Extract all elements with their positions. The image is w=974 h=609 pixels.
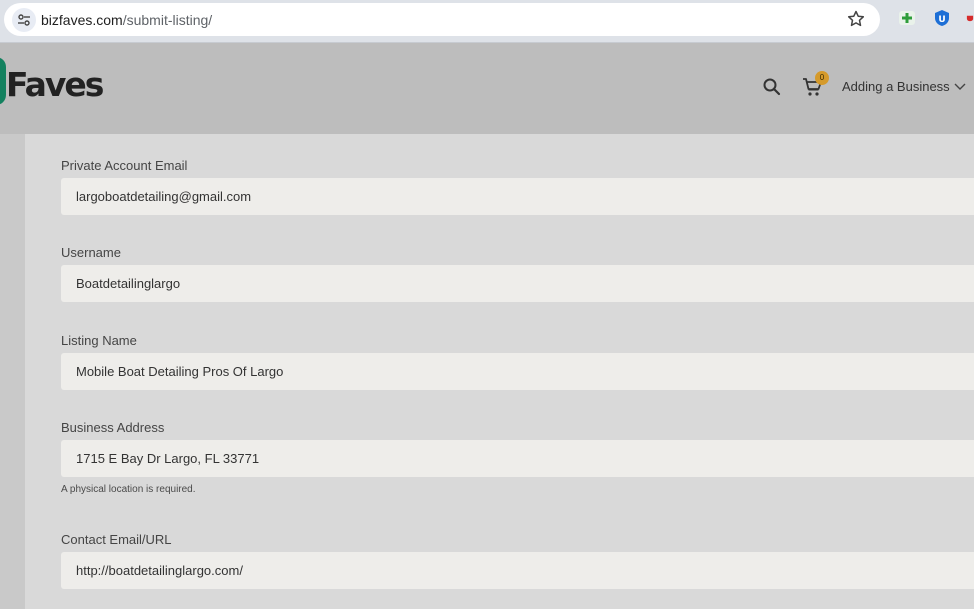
extension-shield-icon[interactable]: U bbox=[932, 8, 952, 28]
username-field[interactable] bbox=[61, 265, 974, 302]
chevron-down-icon bbox=[954, 83, 966, 90]
url-text[interactable]: bizfaves.com/submit-listing/ bbox=[41, 12, 212, 28]
listing-name-field[interactable] bbox=[61, 353, 974, 390]
site-logo[interactable]: Faves bbox=[6, 65, 104, 104]
email-label: Private Account Email bbox=[61, 158, 188, 173]
site-info-icon[interactable] bbox=[12, 8, 36, 32]
browser-toolbar: bizfaves.com/submit-listing/ U bbox=[0, 0, 974, 43]
url-domain: bizfaves.com bbox=[41, 12, 123, 28]
adding-business-label: Adding a Business bbox=[842, 79, 950, 94]
listing-name-label: Listing Name bbox=[61, 333, 137, 348]
search-icon[interactable] bbox=[762, 77, 782, 97]
address-bar[interactable]: bizfaves.com/submit-listing/ bbox=[4, 3, 880, 36]
adding-business-menu[interactable]: Adding a Business bbox=[842, 79, 966, 94]
bookmark-star-icon[interactable] bbox=[846, 9, 866, 29]
svg-text:U: U bbox=[938, 15, 945, 25]
email-field[interactable] bbox=[61, 178, 974, 215]
business-address-field[interactable] bbox=[61, 440, 974, 477]
site-header: Faves 0 Adding a Business bbox=[0, 43, 974, 134]
address-help-text: A physical location is required. bbox=[61, 484, 196, 495]
extension-plus-icon[interactable] bbox=[897, 8, 917, 28]
username-label: Username bbox=[61, 245, 121, 260]
contact-field[interactable] bbox=[61, 552, 974, 589]
extension-red-icon[interactable] bbox=[966, 8, 974, 28]
url-path: /submit-listing/ bbox=[122, 12, 213, 28]
business-address-label: Business Address bbox=[61, 420, 165, 435]
contact-label: Contact Email/URL bbox=[61, 532, 172, 547]
cart-count-badge: 0 bbox=[815, 71, 829, 85]
page-gutter bbox=[0, 134, 25, 609]
